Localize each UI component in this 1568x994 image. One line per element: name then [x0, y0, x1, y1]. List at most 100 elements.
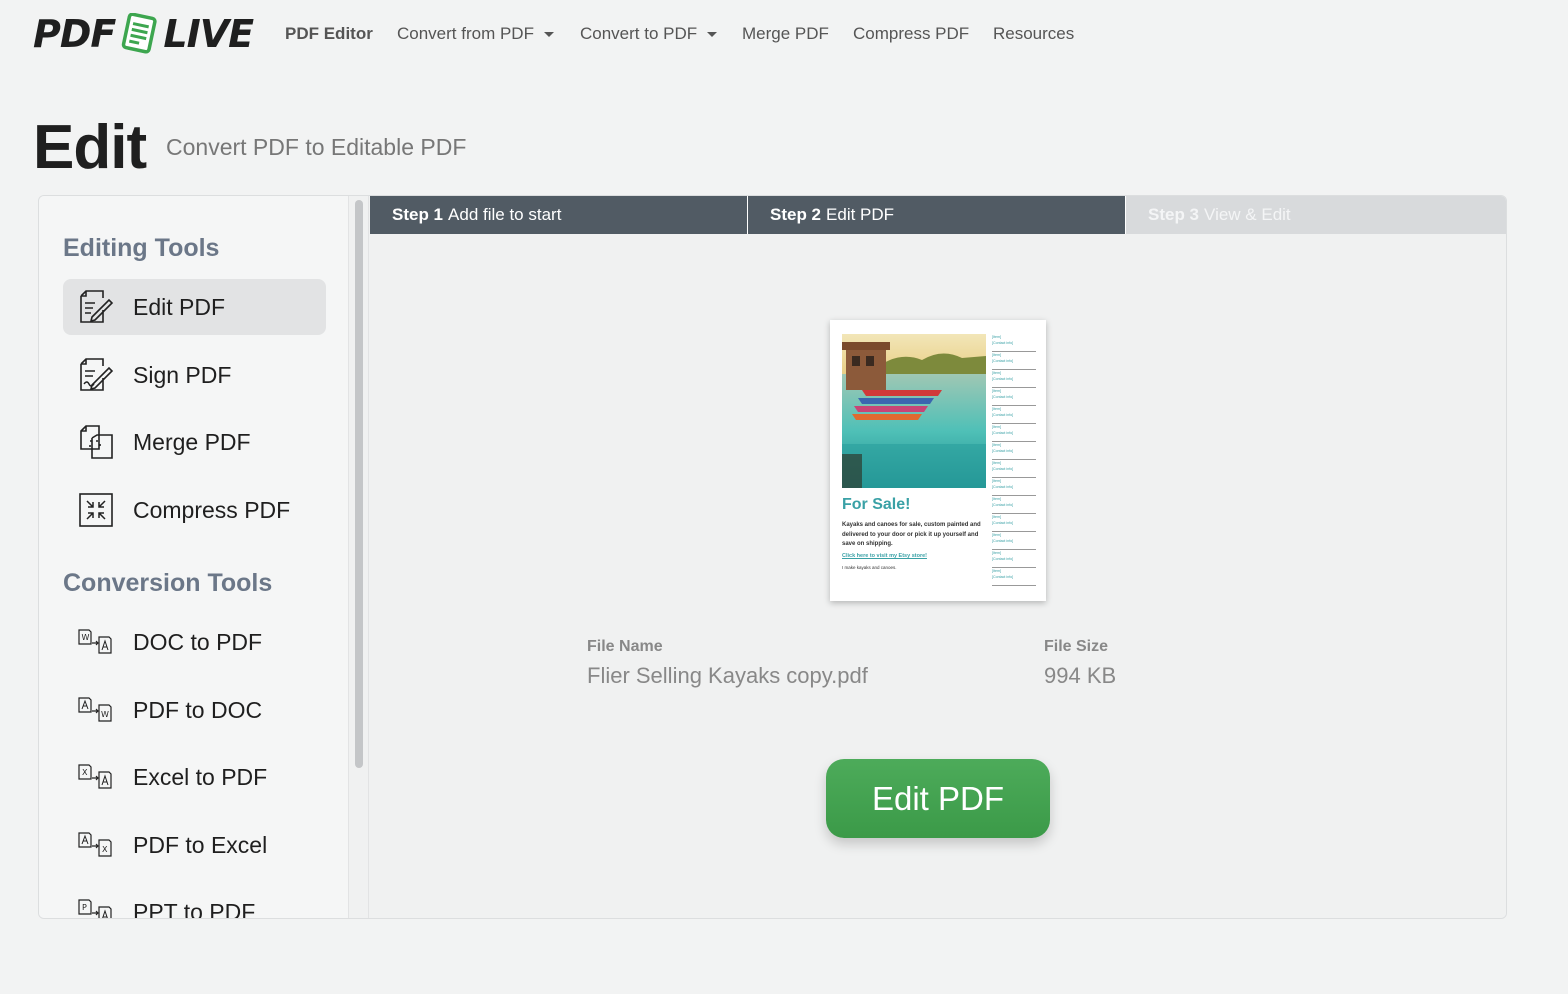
list-item-name: [Item] [992, 425, 1001, 429]
nav-label: Convert from PDF [397, 24, 534, 43]
list-item-name: [Item] [992, 461, 1001, 465]
list-item-name: [Item] [992, 497, 1001, 501]
thumbnail-list-item: [Item] [Contact info] [992, 460, 1036, 478]
list-item-contact: [Contact info] [992, 448, 1014, 453]
list-item-contact: [Contact info] [992, 538, 1014, 543]
step-number: Step 2 [770, 205, 822, 224]
thumbnail-list-item: [Item] [Contact info] [992, 424, 1036, 442]
nav-convert-from-pdf[interactable]: Convert from PDF [397, 24, 554, 44]
step-label: Add file to start [448, 205, 562, 224]
edit-pdf-icon [80, 290, 114, 323]
step-3: Step 3 View & Edit [1126, 196, 1506, 234]
thumbnail-list-item: [Item] [Contact info] [992, 388, 1036, 406]
list-item-name: [Item] [992, 551, 1001, 555]
tool-container: Editing Tools Edit PDF Sign PDF Merge PD… [38, 195, 1507, 919]
sidebar-item-compress-pdf[interactable]: Compress PDF [63, 482, 326, 538]
chevron-down-icon [707, 31, 718, 37]
conversion-tools-title: Conversion Tools [63, 569, 273, 597]
nav-pdf-editor[interactable]: PDF Editor [285, 24, 373, 44]
thumbnail-list-item: [Item] [Contact info] [992, 568, 1036, 586]
thumbnail-list-item: [Item] [Contact info] [992, 514, 1036, 532]
file-name-label: File Name [587, 638, 663, 655]
list-item-name: [Item] [992, 515, 1001, 519]
list-item-contact: [Contact info] [992, 412, 1014, 417]
list-item-contact: [Contact info] [992, 502, 1014, 507]
thumbnail-small-text: I make kayaks and canoes. [842, 565, 897, 570]
thumbnail-title: For Sale! [842, 496, 911, 513]
steps-bar: Step 1 Add file to start Step 2 Edit PDF S… [370, 196, 1506, 234]
sidebar-item-edit-pdf[interactable]: Edit PDF [63, 279, 326, 335]
sidebar-item-ppt-to-pdf[interactable]: P PPT to PDF [63, 884, 326, 919]
editing-tools-title: Editing Tools [63, 234, 220, 262]
nav-merge-pdf[interactable]: Merge PDF [742, 24, 829, 44]
sidebar-item-label: Sign PDF [133, 361, 232, 388]
sidebar-item-label: Merge PDF [133, 428, 251, 455]
list-item-name: [Item] [992, 443, 1001, 447]
sidebar-scrollbar[interactable] [351, 196, 369, 918]
sidebar-scrollbar-thumb[interactable] [355, 200, 363, 768]
list-item-contact: [Contact info] [992, 520, 1014, 525]
pdflive-logo[interactable]: PDF LIVE [33, 12, 263, 56]
svg-text:W: W [82, 633, 90, 642]
sidebar-item-pdf-to-excel[interactable]: X PDF to Excel [63, 817, 326, 873]
nav-convert-to-pdf[interactable]: Convert to PDF [580, 24, 718, 44]
sidebar-item-label: PPT to PDF [133, 898, 256, 919]
thumbnail-list-item: [Item] [Contact info] [992, 550, 1036, 568]
page-title: Edit [33, 113, 147, 182]
step-label: View & Edit [1204, 205, 1291, 224]
thumbnail-list-item: [Item] [Contact info] [992, 352, 1036, 370]
doc-to-pdf-icon: W [78, 629, 112, 654]
sidebar-item-sign-pdf[interactable]: Sign PDF [63, 347, 326, 403]
list-item-name: [Item] [992, 389, 1001, 393]
thumbnail-list-item: [Item] [Contact info] [992, 370, 1036, 388]
logo-text-right: LIVE [163, 12, 254, 56]
list-item-contact: [Contact info] [992, 574, 1014, 579]
list-item-name: [Item] [992, 533, 1001, 537]
list-item-name: [Item] [992, 569, 1001, 573]
thumbnail-list-item: [Item] [Contact info] [992, 532, 1036, 550]
sidebar-item-label: PDF to Excel [133, 831, 268, 858]
svg-text:P: P [82, 903, 87, 912]
sidebar-item-pdf-to-doc[interactable]: W PDF to DOC [63, 682, 326, 738]
pdf-to-doc-icon: W [78, 697, 112, 722]
top-nav: PDF LIVE PDF Editor Convert from PDF Con… [0, 0, 1568, 70]
file-size-value: 994 KB [1044, 663, 1117, 688]
thumbnail-list-item: [Item] [Contact info] [992, 442, 1036, 460]
editor-content: Step 1 Add file to start Step 2 Edit PDF S… [370, 196, 1506, 918]
sidebar-item-label: DOC to PDF [133, 628, 263, 655]
excel-to-pdf-icon: X [78, 764, 112, 789]
page-subtitle: Convert PDF to Editable PDF [166, 134, 467, 160]
step-number: Step 3 [1148, 205, 1200, 224]
list-item-name: [Item] [992, 479, 1001, 483]
list-item-name: [Item] [992, 371, 1001, 375]
step-number: Step 1 [392, 205, 444, 224]
sidebar-item-merge-pdf[interactable]: Merge PDF [63, 414, 326, 470]
svg-text:X: X [102, 845, 108, 854]
file-name-value: Flier Selling Kayaks copy.pdf [587, 663, 868, 688]
pdf-to-excel-icon: X [78, 832, 112, 857]
sidebar-item-doc-to-pdf[interactable]: W DOC to PDF [63, 614, 326, 670]
nav-resources[interactable]: Resources [993, 24, 1074, 44]
tools-sidebar: Editing Tools Edit PDF Sign PDF Merge PD… [39, 196, 349, 919]
file-size-label: File Size [1044, 638, 1109, 655]
edit-pdf-button[interactable]: Edit PDF [826, 759, 1050, 838]
sidebar-item-label: Excel to PDF [133, 763, 268, 790]
nav-compress-pdf[interactable]: Compress PDF [853, 24, 969, 44]
chevron-down-icon [543, 31, 554, 37]
svg-text:X: X [82, 768, 88, 777]
list-item-contact: [Contact info] [992, 484, 1014, 489]
list-item-contact: [Contact info] [992, 376, 1014, 381]
sidebar-item-label: Compress PDF [133, 496, 291, 523]
sidebar-item-excel-to-pdf[interactable]: X Excel to PDF [63, 749, 326, 805]
list-item-name: [Item] [992, 335, 1001, 339]
thumbnail-list-item: [Item] [Contact info] [992, 334, 1036, 352]
list-item-contact: [Contact info] [992, 358, 1014, 363]
nav-label: Merge PDF [742, 24, 829, 43]
list-item-contact: [Contact info] [992, 430, 1014, 435]
list-item-contact: [Contact info] [992, 466, 1014, 471]
nav-label: Convert to PDF [580, 24, 698, 43]
list-item-contact: [Contact info] [992, 556, 1014, 561]
sign-pdf-icon [80, 358, 114, 391]
nav-label: PDF Editor [285, 24, 373, 43]
sidebar-item-label: Edit PDF [133, 293, 226, 320]
